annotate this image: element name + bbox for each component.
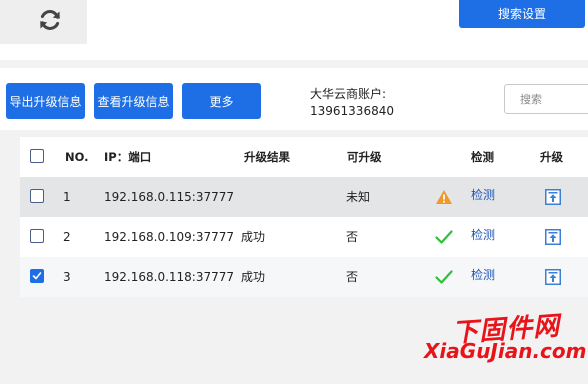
row-ip-port: 192.168.0.109:37777 xyxy=(104,230,235,244)
row-upgrade-result: 成功 xyxy=(241,270,266,284)
row-no: 3 xyxy=(63,270,71,284)
select-all-checkbox[interactable] xyxy=(30,149,44,163)
account-label: 大华云商账户: xyxy=(310,87,387,101)
row-checkbox[interactable] xyxy=(30,269,44,283)
row-checkbox[interactable] xyxy=(30,189,44,203)
upload-icon[interactable] xyxy=(545,269,561,285)
refresh-button[interactable] xyxy=(0,0,87,44)
header-ip-port: IP：端口 xyxy=(104,150,152,164)
view-upgrade-info-button[interactable]: 查看升级信息 xyxy=(94,83,173,119)
export-upgrade-info-button[interactable]: 导出升级信息 xyxy=(6,83,85,119)
check-icon xyxy=(32,272,42,280)
row-ip-port: 192.168.0.118:37777 xyxy=(104,270,235,284)
table-header-row: NO. IP：端口 升级结果 可升级 检测 升级 xyxy=(20,137,588,177)
top-bar: 搜索设置 xyxy=(0,0,588,60)
table-row[interactable]: 1 192.168.0.115:37777 未知 检测 xyxy=(20,177,588,217)
detect-link[interactable]: 检测 xyxy=(471,257,495,297)
checkmark-icon xyxy=(435,217,455,257)
upload-icon[interactable] xyxy=(545,229,561,245)
watermark-url: XiaGuJian.com xyxy=(424,339,587,363)
header-upgradable: 可升级 xyxy=(347,150,382,164)
detect-link[interactable]: 检测 xyxy=(471,217,495,257)
row-no: 1 xyxy=(63,190,71,204)
upload-icon[interactable] xyxy=(545,189,561,205)
header-upgrade-result: 升级结果 xyxy=(244,150,290,164)
row-no: 2 xyxy=(63,230,71,244)
more-button[interactable]: 更多 xyxy=(182,83,261,119)
table-row[interactable]: 2 192.168.0.109:37777 成功 否 检测 xyxy=(20,217,588,257)
device-table: NO. IP：端口 升级结果 可升级 检测 升级 1 192.168.0.115… xyxy=(20,137,588,297)
header-detect: 检测 xyxy=(471,150,494,164)
checkmark-icon xyxy=(435,257,455,297)
row-upgradable: 否 xyxy=(346,270,359,284)
refresh-icon xyxy=(40,10,60,30)
warning-icon xyxy=(435,177,455,217)
search-input[interactable] xyxy=(504,84,588,114)
account-number: 13961336840 xyxy=(310,104,394,118)
row-checkbox[interactable] xyxy=(30,229,44,243)
row-upgradable: 否 xyxy=(346,230,359,244)
row-ip-port: 192.168.0.115:37777 xyxy=(104,190,235,204)
row-upgradable: 未知 xyxy=(346,190,371,204)
table-row[interactable]: 3 192.168.0.118:37777 成功 否 检测 xyxy=(20,257,588,297)
row-upgrade-result: 成功 xyxy=(241,230,266,244)
toolbar: 导出升级信息 查看升级信息 更多 大华云商账户: 13961336840 xyxy=(0,68,588,130)
detect-link[interactable]: 检测 xyxy=(471,177,495,217)
header-upgrade: 升级 xyxy=(540,150,563,164)
search-settings-button[interactable]: 搜索设置 xyxy=(459,0,585,28)
header-no: NO. xyxy=(65,150,89,164)
